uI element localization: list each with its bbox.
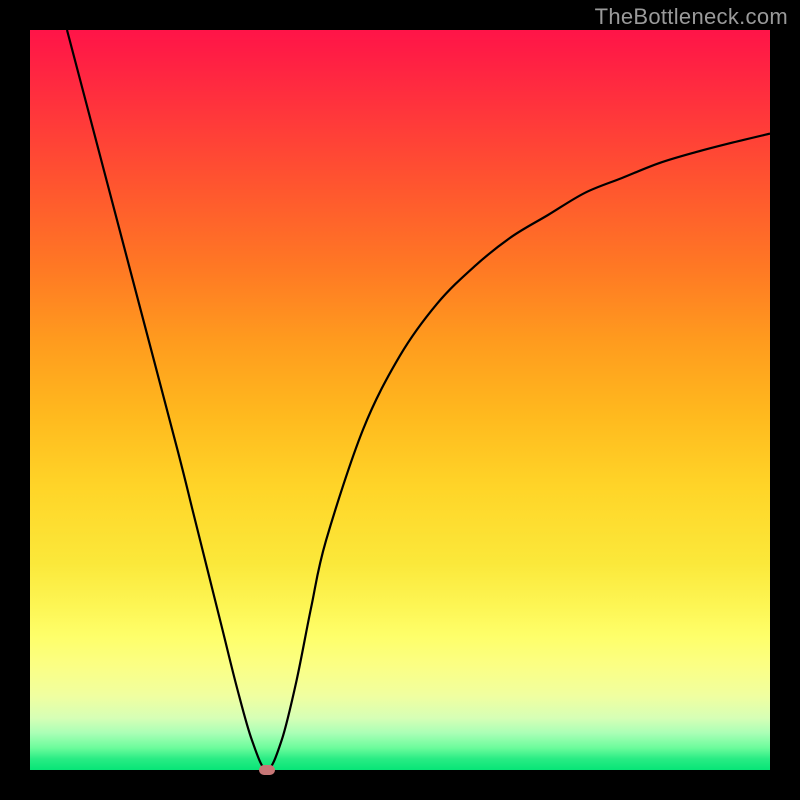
chart-frame: TheBottleneck.com bbox=[0, 0, 800, 800]
watermark-text: TheBottleneck.com bbox=[595, 4, 788, 30]
bottleneck-curve bbox=[67, 30, 770, 770]
curve-svg bbox=[30, 30, 770, 770]
min-point-marker bbox=[259, 765, 275, 775]
plot-area bbox=[30, 30, 770, 770]
